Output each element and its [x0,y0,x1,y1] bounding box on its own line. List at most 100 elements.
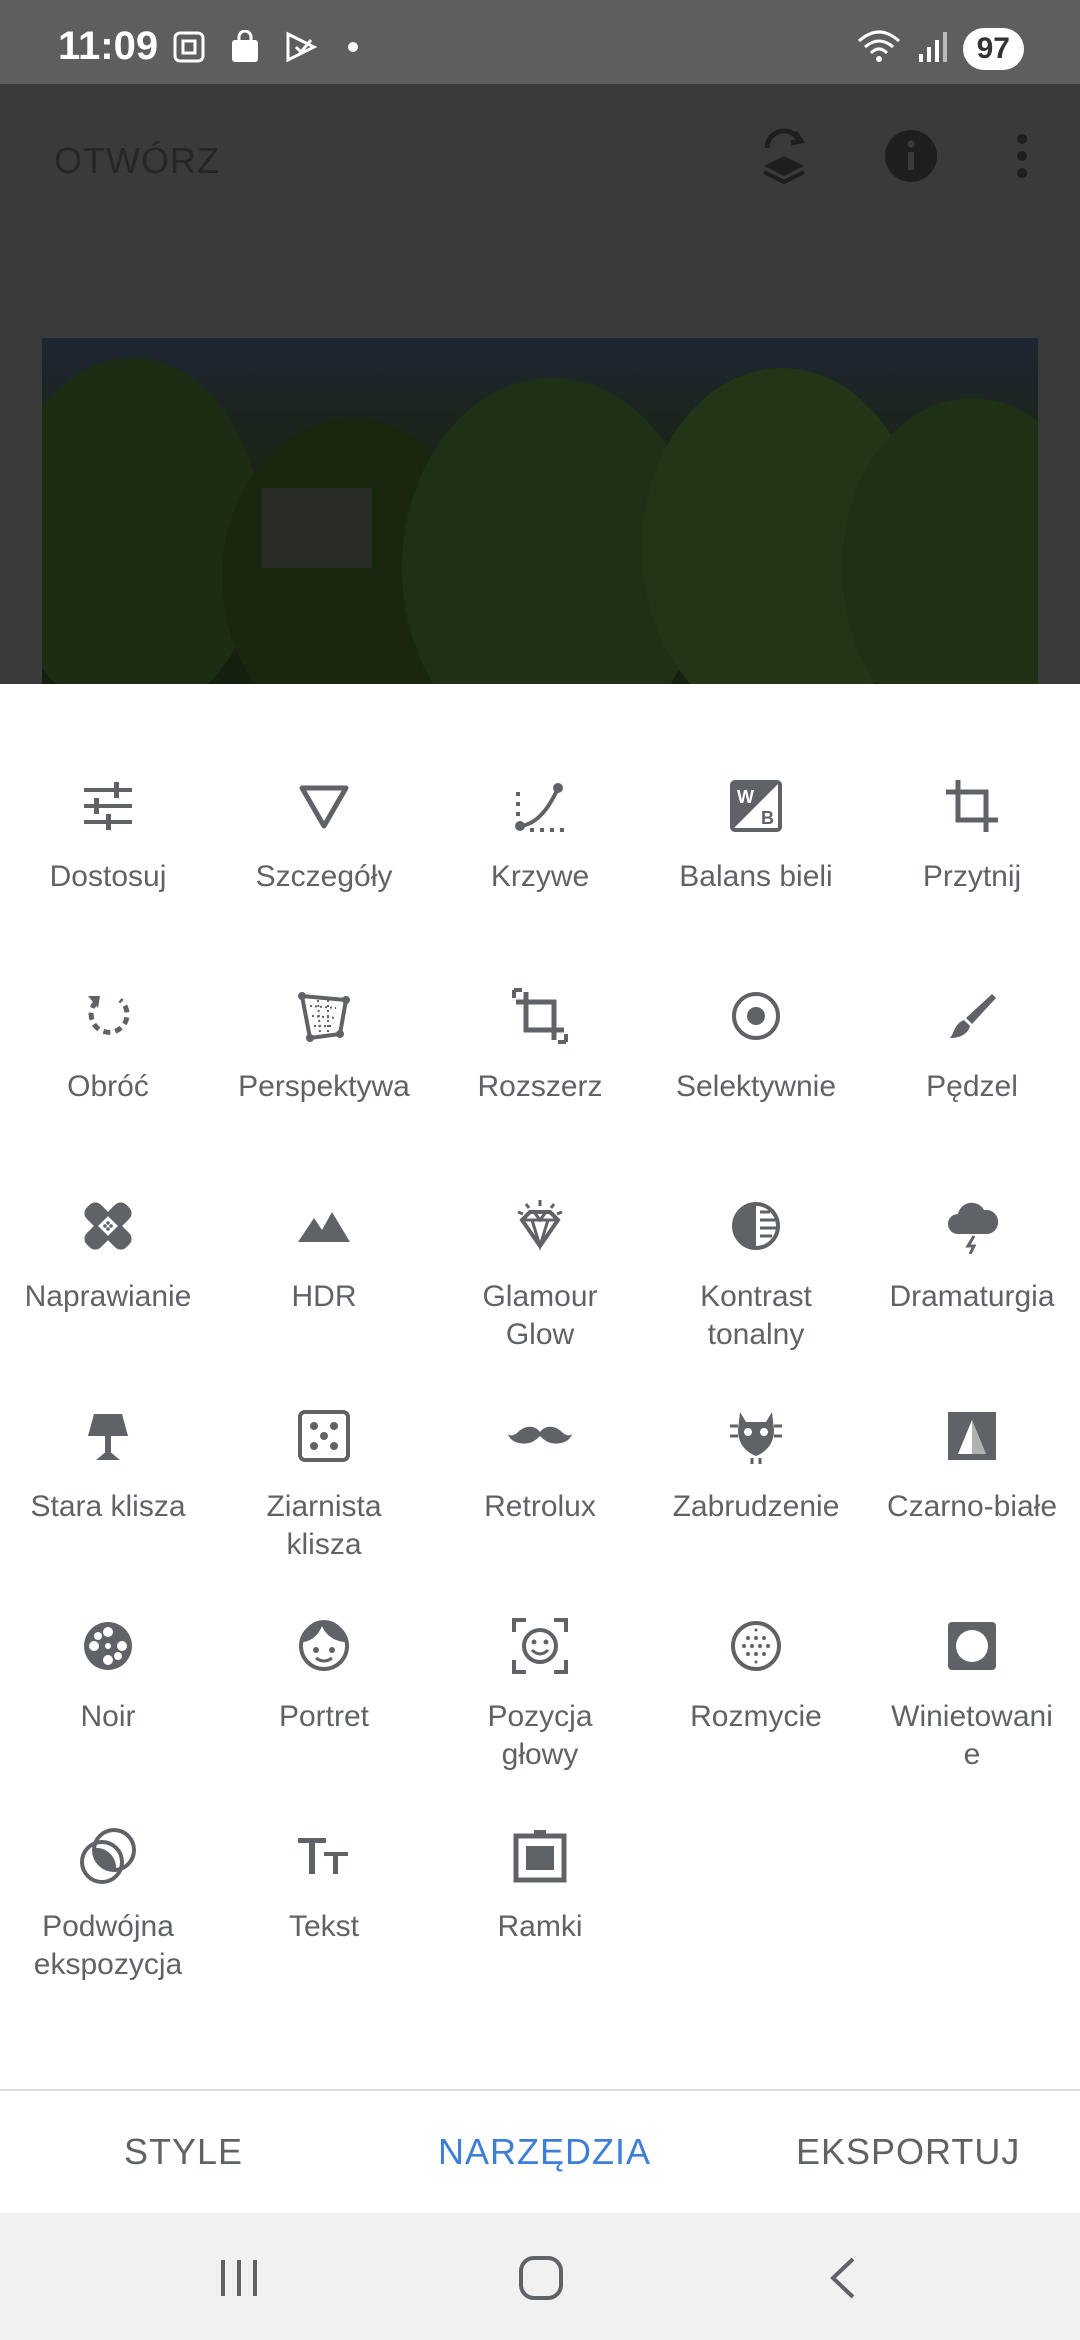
svg-text:B: B [761,808,774,828]
tool-tekst[interactable]: Tekst [216,1824,432,2034]
bag-icon [228,29,262,64]
tool-stara-klisza[interactable]: Stara klisza [0,1404,216,1614]
double-exposure-icon [76,1824,140,1888]
tool-rozszerz[interactable]: Rozszerz [432,984,648,1194]
tool-label: Naprawianie [24,1280,192,1313]
tool-label: Przytnij [922,860,1022,893]
tool-label: Szczegóły [255,860,393,893]
tool-perspektywa[interactable]: Perspektywa [216,984,432,1194]
tool-hdr[interactable]: HDR [216,1194,432,1404]
back-icon[interactable] [808,2243,878,2313]
vignette-icon [940,1614,1004,1678]
face-icon [292,1614,356,1678]
tool-label: Glamour Glow [482,1280,598,1351]
tab-style[interactable]: STYLE [124,2131,243,2173]
tool-label: Selektywnie [675,1070,837,1103]
tool-dramaturgia[interactable]: Dramaturgia [864,1194,1080,1404]
bottom-tabs: STYLE NARZĘDZIA EKSPORTUJ [0,2089,1080,2213]
frame-icon [508,1824,572,1888]
blur-icon [724,1614,788,1678]
brush-icon [940,984,1004,1048]
tool-label: Dramaturgia [889,1280,1055,1313]
tool-label: HDR [291,1280,357,1313]
tool-label: Obróć [67,1070,149,1103]
home-icon[interactable] [506,2243,576,2313]
tool-pozycja-glowy[interactable]: Pozycja głowy [432,1614,648,1824]
tool-label: Pędzel [926,1070,1018,1103]
tool-kontrast-tonalny[interactable]: Kontrast tonalny [648,1194,864,1404]
tool-rozmycie[interactable]: Rozmycie [648,1614,864,1824]
tool-glamour-glow[interactable]: Glamour Glow [432,1194,648,1404]
notification-icons [172,29,358,64]
tool-szczegoly[interactable]: Szczegóły [216,774,432,984]
tool-krzywe[interactable]: Krzywe [432,774,648,984]
tool-czarno-biale[interactable]: Czarno-białe [864,1404,1080,1614]
tool-label: Kontrast tonalny [700,1280,812,1351]
lamp-icon [76,1404,140,1468]
tool-retrolux[interactable]: Retrolux [432,1404,648,1614]
tool-label: Portret [278,1700,370,1733]
tool-pedzel[interactable]: Pędzel [864,984,1080,1194]
tool-label: Rozszerz [477,1070,603,1103]
navigation-bar [0,2213,1080,2340]
tool-label: Pozycja głowy [487,1700,593,1771]
tool-label: Winietowani e [891,1700,1053,1771]
status-time: 11:09 [58,24,159,68]
perspective-icon [292,984,356,1048]
info-icon[interactable] [881,126,941,186]
tool-ramki[interactable]: Ramki [432,1824,648,2034]
tool-przytnij[interactable]: Przytnij [864,774,1080,984]
tool-label: Balans bieli [679,860,833,893]
tool-dostosuj[interactable]: Dostosuj [0,774,216,984]
more-vert-icon[interactable] [992,126,1052,186]
svg-text:W: W [737,787,754,807]
notification-dot [348,42,358,52]
tool-label: Tekst [288,1910,360,1943]
tool-label: Rozmycie [690,1700,822,1733]
photo-preview[interactable] [42,338,1038,684]
curves-icon [508,774,572,838]
battery-indicator: 97 [962,28,1024,70]
diamond-icon [508,1194,572,1258]
grain-icon [292,1404,356,1468]
recents-icon[interactable] [204,2243,274,2313]
layers-icon[interactable] [754,126,814,186]
tool-label: Retrolux [484,1490,596,1523]
tool-selektywnie[interactable]: Selektywnie [648,984,864,1194]
tool-label: Dostosuj [49,860,167,893]
tool-label: Czarno-białe [886,1490,1058,1523]
house-shape [262,488,372,568]
expand-icon [508,984,572,1048]
screenshot-icon [172,30,206,64]
storm-cloud-icon [940,1194,1004,1258]
tool-portret[interactable]: Portret [216,1614,432,1824]
status-bar: 11:09 97 [0,0,1080,84]
tool-balans-bieli[interactable]: WB Balans bieli [648,774,864,984]
tool-label: Podwójna ekspozycja [33,1910,183,1981]
signal-icon [917,30,947,69]
tab-eksportuj[interactable]: EKSPORTUJ [796,2131,1020,2173]
tune-icon [76,774,140,838]
tool-zabrudzenie[interactable]: Zabrudzenie [648,1404,864,1614]
tool-noir[interactable]: Noir [0,1614,216,1824]
tools-grid: Dostosuj Szczegóły Krzywe WB Balans biel… [0,774,1080,2034]
face-frame-icon [508,1614,572,1678]
tool-podwojna-ekspozycja[interactable]: Podwójna ekspozycja [0,1824,216,2034]
tool-naprawianie[interactable]: Naprawianie [0,1194,216,1404]
tool-label: Noir [80,1700,136,1733]
tool-ziarnista-klisza[interactable]: Ziarnista klisza [216,1404,432,1614]
mustache-icon [508,1404,572,1468]
play-store-icon [284,30,318,64]
tool-label: Ramki [497,1910,583,1943]
tools-sheet: Dostosuj Szczegóły Krzywe WB Balans biel… [0,684,1080,2089]
status-right: 97 [857,28,1024,70]
tool-obroc[interactable]: Obróć [0,984,216,1194]
open-button[interactable]: OTWÓRZ [54,140,220,182]
text-icon [292,1824,356,1888]
tab-narzedzia[interactable]: NARZĘDZIA [438,2131,651,2173]
mountains-icon [292,1194,356,1258]
tool-label: Zabrudzenie [672,1490,840,1523]
tool-label: Krzywe [490,860,590,893]
tool-winietowanie[interactable]: Winietowani e [864,1614,1080,1824]
healing-icon [76,1194,140,1258]
